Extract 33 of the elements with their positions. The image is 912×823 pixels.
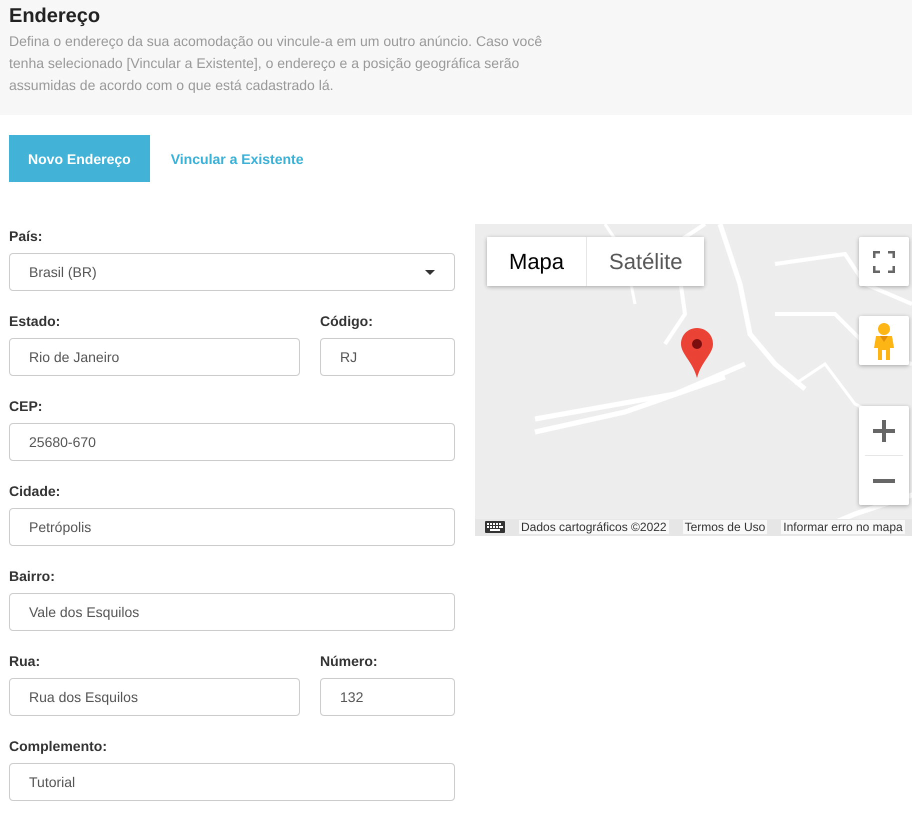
field-label: País: [9,228,44,245]
input-field[interactable]: RJ [320,338,455,376]
field-label: CEP: [9,398,44,415]
map-pin-icon[interactable] [681,328,713,378]
field-label: Número: [320,653,379,670]
field-label: Bairro: [9,568,56,585]
map-attribution-text[interactable]: Dados cartográficos ©2022 [519,520,669,534]
input-field[interactable]: Rua dos Esquilos [9,678,300,716]
field-label: Rua: [9,653,42,670]
fullscreen-button[interactable] [859,237,909,286]
section-description: Defina o endereço da sua acomodação ou vincule-a em um outro anúncio. Caso você tenha selecionado [Vincular a Existente], o endereço e a posição geográfica serão assumidas de acordo com o que está cadastrado lá. [9,32,544,95]
fullscreen-icon [873,250,895,272]
input-field[interactable]: Petrópolis [9,508,455,546]
field-label: Cidade: [9,483,62,500]
minus-icon [873,478,895,482]
person-icon [873,322,895,360]
field-label: Código: [320,313,374,330]
input-field[interactable]: Vale dos Esquilos [9,593,455,631]
input-field[interactable]: 25680-670 [9,423,455,461]
caret-icon [425,270,435,274]
input-field[interactable]: Rio de Janeiro [9,338,300,376]
section-title: Endereço [9,4,102,28]
map-attribution-text[interactable]: Informar erro no mapa [781,520,905,534]
map-type-button[interactable]: Mapa [487,237,588,286]
map-attribution-text[interactable]: Termos de Uso [682,520,768,534]
plus-icon [873,420,895,442]
field-label: Estado: [9,313,62,330]
input-field[interactable]: 132 [320,678,455,716]
field-label: Complemento: [9,738,108,755]
input-field[interactable]: Tutorial [9,763,455,801]
keyboard-icon[interactable] [485,521,505,533]
map-type-button[interactable]: Satélite [587,237,704,286]
country-select[interactable]: Brasil (BR) [9,253,455,291]
